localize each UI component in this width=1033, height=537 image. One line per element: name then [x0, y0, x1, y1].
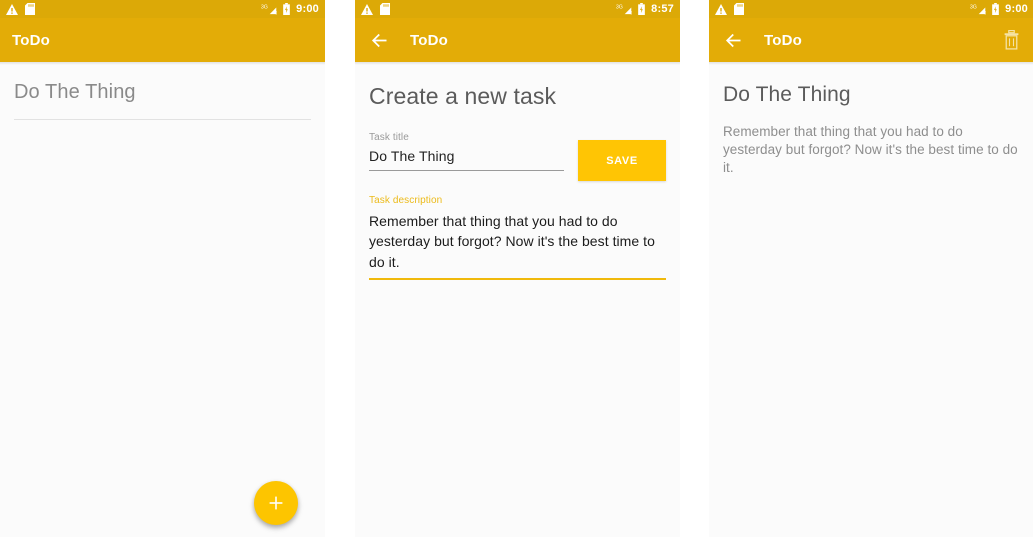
trash-icon[interactable]	[1000, 28, 1022, 52]
task-description-label: Task description	[369, 195, 443, 206]
title-field-row: Task title Do The Thing SAVE	[369, 132, 666, 181]
task-title: Do The Thing	[723, 83, 851, 106]
sd-card-icon	[25, 3, 35, 15]
sd-card-icon	[380, 3, 390, 15]
warning-icon	[6, 3, 18, 15]
task-description: Remember that thing that you had to do y…	[723, 124, 1018, 175]
status-bar: 3G 9:00	[0, 0, 325, 18]
screenshot-strip: 3G 9:00 ToDo Do The Thing 3G 8:57 ToDo C…	[0, 0, 1033, 537]
warning-icon	[361, 3, 373, 15]
battery-icon	[282, 3, 291, 15]
back-arrow-icon[interactable]	[721, 28, 745, 52]
status-bar-right-icons: 3G 8:57	[616, 3, 674, 15]
task-detail-body: Do The Thing Remember that thing that yo…	[709, 65, 1033, 177]
list-item[interactable]: Do The Thing	[14, 65, 311, 120]
task-list-content: Do The Thing	[0, 65, 325, 537]
screen-task-detail: 3G 9:00 ToDo Do The Thing Remember that …	[709, 0, 1033, 537]
status-bar-left-icons	[715, 3, 744, 15]
status-bar-left-icons	[361, 3, 390, 15]
back-arrow-icon[interactable]	[367, 28, 391, 52]
create-task-form: Create a new task Task title Do The Thin…	[355, 65, 680, 281]
panel-gap	[325, 0, 355, 537]
signal-3g-icon: 3G	[261, 3, 277, 15]
panel-gap	[680, 0, 709, 537]
app-bar-title: ToDo	[410, 31, 449, 49]
task-description-input[interactable]: Remember that thing that you had to do y…	[369, 211, 666, 281]
task-description-field[interactable]: Task description Remember that thing tha…	[369, 195, 666, 281]
task-title-input[interactable]: Do The Thing	[369, 148, 564, 171]
plus-icon	[267, 494, 285, 512]
status-bar-clock: 8:57	[651, 2, 674, 15]
status-bar-right-icons: 3G 9:00	[261, 3, 319, 15]
task-detail-content: Do The Thing Remember that thing that yo…	[709, 65, 1033, 537]
svg-text:3G: 3G	[970, 4, 977, 10]
warning-icon	[715, 3, 727, 15]
battery-icon	[637, 3, 646, 15]
app-bar-title: ToDo	[12, 31, 51, 49]
page-title: Create a new task	[369, 83, 557, 109]
screen-create-task: 3G 8:57 ToDo Create a new task Task titl…	[355, 0, 680, 537]
task-title-label: Task title	[369, 132, 409, 143]
signal-3g-icon: 3G	[970, 3, 986, 15]
signal-3g-icon: 3G	[616, 3, 632, 15]
status-bar-clock: 9:00	[1005, 2, 1028, 15]
app-bar: ToDo	[355, 18, 680, 62]
create-task-content: Create a new task Task title Do The Thin…	[355, 65, 680, 537]
save-button[interactable]: SAVE	[578, 140, 666, 181]
svg-text:3G: 3G	[261, 4, 268, 10]
app-bar: ToDo	[709, 18, 1033, 62]
screen-task-list: 3G 9:00 ToDo Do The Thing	[0, 0, 325, 537]
status-bar-left-icons	[6, 3, 35, 15]
list-item-title: Do The Thing	[14, 81, 136, 103]
status-bar-clock: 9:00	[296, 2, 319, 15]
app-bar-title: ToDo	[764, 31, 803, 49]
status-bar-right-icons: 3G 9:00	[970, 3, 1028, 15]
add-task-fab[interactable]	[254, 481, 298, 525]
task-title-field[interactable]: Task title Do The Thing	[369, 132, 564, 171]
status-bar: 3G 8:57	[355, 0, 680, 18]
sd-card-icon	[734, 3, 744, 15]
svg-text:3G: 3G	[616, 4, 623, 10]
battery-icon	[991, 3, 1000, 15]
app-bar: ToDo	[0, 18, 325, 62]
status-bar: 3G 9:00	[709, 0, 1033, 18]
